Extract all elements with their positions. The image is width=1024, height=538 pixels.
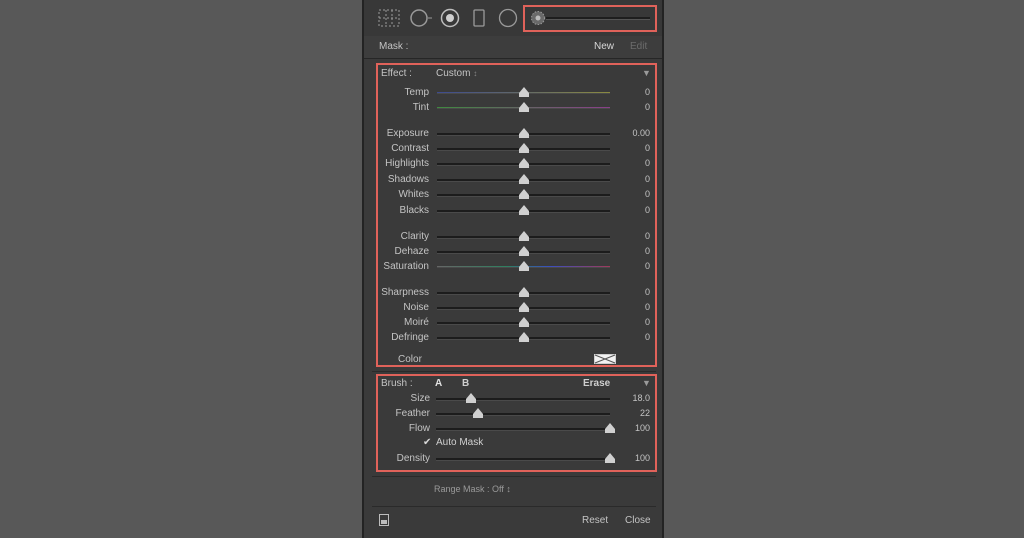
- edit-mask-button[interactable]: Edit: [630, 41, 647, 52]
- effect-highlight: [376, 63, 657, 367]
- mask-row: Mask : New Edit: [364, 36, 662, 59]
- reset-button[interactable]: Reset: [582, 515, 608, 526]
- new-mask-button[interactable]: New: [594, 41, 614, 52]
- adjustment-brush-panel: Mask : New Edit Effect : Custom ↕ ▼ Temp…: [362, 0, 664, 538]
- brush-tool-highlight: [523, 5, 657, 32]
- spot-removal-icon[interactable]: [498, 8, 518, 28]
- section-divider-2: [372, 476, 656, 477]
- range-mask-row[interactable]: Range Mask : Off ↕: [434, 484, 614, 498]
- mask-label: Mask :: [379, 41, 409, 52]
- radial-filter-icon[interactable]: [440, 8, 460, 28]
- toggle-switch-icon[interactable]: [379, 514, 389, 526]
- red-eye-icon[interactable]: [472, 8, 486, 28]
- grid-overlay-icon[interactable]: [378, 9, 400, 27]
- range-mask-dropdown[interactable]: Range Mask : Off ↕: [434, 484, 511, 494]
- graduated-filter-icon[interactable]: [408, 8, 434, 28]
- close-button[interactable]: Close: [625, 515, 651, 526]
- brush-highlight: [376, 374, 657, 472]
- footer: Reset Close: [364, 507, 662, 538]
- section-divider: [372, 371, 656, 372]
